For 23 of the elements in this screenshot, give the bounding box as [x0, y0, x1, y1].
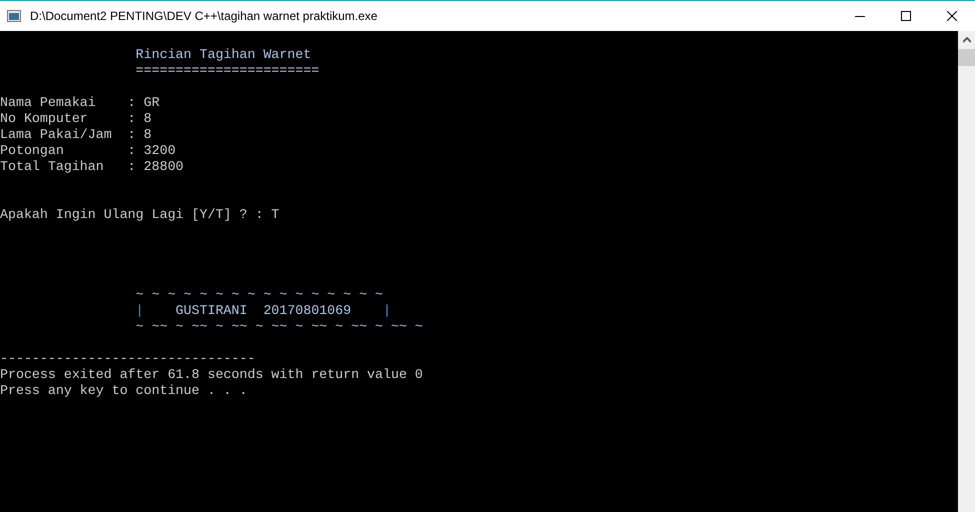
console-heading-text: Rincian Tagihan Warnet: [134, 47, 312, 62]
console-text: Nama Pemakai : GR: [0, 95, 160, 110]
scrollbar[interactable]: [958, 31, 975, 512]
console-text: Process exited after 61.8 seconds with return value 0: [0, 367, 423, 382]
console-text: No Komputer : 8: [0, 111, 152, 126]
console-heading-text: ~ ~~ ~ ~~ ~ ~~ ~ ~~ ~ ~~ ~ ~~ ~ ~~ ~: [134, 319, 423, 334]
console-text: Press any key to continue . . .: [0, 383, 248, 398]
console-heading-text: =======================: [134, 63, 320, 78]
scrollbar-thumb[interactable]: [958, 49, 975, 66]
maximize-icon: [901, 11, 911, 21]
console-text: Lama Pakai/Jam : 8: [0, 127, 152, 142]
close-icon: [947, 11, 957, 21]
frame-border: |: [383, 303, 391, 319]
window-title: D:\Document2 PENTING\DEV C++\tagihan warnet praktikum.exe: [30, 8, 378, 25]
console-text: GUSTIRANI 20170801069: [174, 303, 352, 319]
console-text: Potongan : 3200: [0, 143, 176, 158]
console-window-icon: [7, 10, 21, 22]
console-heading-text: ~ ~ ~ ~ ~ ~ ~ ~ ~ ~ ~ ~ ~ ~ ~ ~: [134, 287, 384, 302]
console-text: Apakah Ingin Ulang Lagi [Y/T] ? : T: [0, 207, 280, 222]
scroll-up-icon[interactable]: [962, 37, 970, 43]
console-text: --------------------------------: [0, 351, 256, 366]
frame-border: |: [136, 303, 144, 319]
console-text: Total Tagihan : 28800: [0, 159, 184, 174]
